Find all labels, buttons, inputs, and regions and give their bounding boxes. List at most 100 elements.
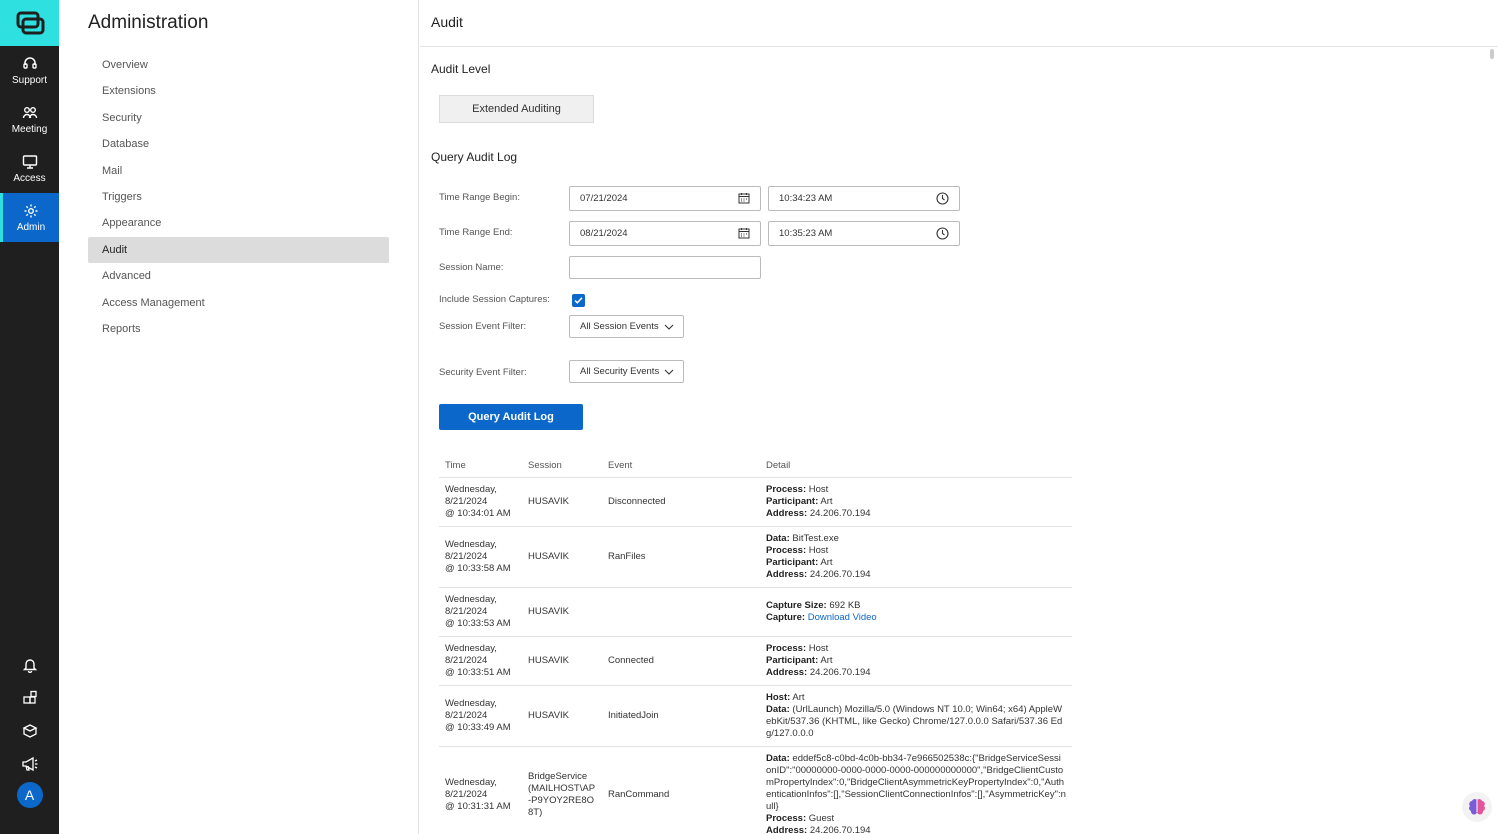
header-detail[interactable]: Detail [760,455,1072,478]
announcements-button[interactable] [0,747,59,780]
rail-label-admin: Admin [16,221,46,233]
detail-line: Data: BitTest.exe [766,533,1066,545]
end-time-field[interactable]: 10:35:23 AM [768,221,960,246]
table-header-row: Time Session Event Detail [439,455,1072,478]
ai-assistant-button[interactable] [1462,792,1492,822]
detail-line: Host: Art [766,692,1066,704]
avatar[interactable]: A [16,782,43,808]
security-filter-label: Security Event Filter: [439,367,527,378]
audit-level-title: Audit Level [431,62,491,76]
header-time[interactable]: Time [439,455,522,478]
begin-date-value: 07/21/2024 [580,193,628,204]
detail-key: Host: [766,691,791,703]
time-line: 8/21/2024 [445,709,488,721]
cell-session: HUSAVIK [522,526,602,588]
detail-value: BitTest.exe [792,532,839,544]
time-line: @ 10:33:58 AM [445,562,511,574]
cell-event [602,587,760,637]
captures-checkbox[interactable] [572,294,585,307]
security-filter-select[interactable]: All Security Events [569,360,685,383]
time-line: Wednesday, [445,483,497,495]
detail-value: (UrlLaunch) Mozilla/5.0 (Windows NT 10.0… [766,703,1063,739]
cell-session: HUSAVIK [522,587,602,637]
detail-key: Capture Size: [766,599,827,611]
begin-date-field[interactable]: 07/21/2024 [569,186,761,211]
detail-line: Data: eddef5c8-c0bd-4c0b-bb34-7e96650253… [766,753,1066,813]
clock-icon[interactable] [936,192,949,205]
detail-key: Address: [766,568,808,580]
nav-item-audit[interactable]: Audit [88,236,389,264]
begin-time-field[interactable]: 10:34:23 AM [768,186,960,211]
chevron-down-icon [664,324,674,330]
calendar-icon[interactable] [738,192,750,204]
rail-label-support: Support [11,74,48,86]
main-header: Audit [420,0,1498,47]
nav-item-database[interactable]: Database [88,131,389,157]
detail-key: Address: [766,824,808,834]
nav-item-appearance[interactable]: Appearance [88,210,389,236]
header-session[interactable]: Session [522,455,602,478]
brain-icon [1469,799,1485,815]
cell-event: RanFiles [602,526,760,588]
end-label: Time Range End: [439,227,513,238]
detail-line: Process: Guest [766,813,1066,825]
time-line: 8/21/2024 [445,495,488,507]
nav-item-security[interactable]: Security [88,105,389,131]
cell-session: BridgeService (MAILHOST\AP-P9YOY2RE8O8T) [522,746,602,834]
nav-item-triggers[interactable]: Triggers [88,184,389,210]
calendar-icon[interactable] [738,227,750,239]
time-line: 8/21/2024 [445,788,488,800]
table-row: Wednesday, 8/21/2024 @ 10:33:53 AM HUSAVIK C… [439,587,1072,637]
time-line: @ 10:31:31 AM [445,800,511,812]
time-line: Wednesday, [445,642,497,654]
page-title: Administration [88,12,209,33]
time-line: 8/21/2024 [445,654,488,666]
nav-item-access-management[interactable]: Access Management [88,290,389,316]
notifications-button[interactable] [0,648,59,681]
session-name-label: Session Name: [439,262,504,273]
gear-icon [24,204,38,217]
session-name-input[interactable] [569,256,761,279]
detail-key: Address: [766,666,808,678]
nav-item-advanced[interactable]: Advanced [88,263,389,289]
detail-value: eddef5c8-c0bd-4c0b-bb34-7e966502538c:{"B… [766,752,1066,812]
time-line: 8/21/2024 [445,605,488,617]
end-date-field[interactable]: 08/21/2024 [569,221,761,246]
detail-value: 24.206.70.194 [809,568,871,580]
detail-value: Guest [808,812,835,824]
clock-icon[interactable] [936,227,949,240]
main-panel: Audit Audit Level Extended Auditing Quer… [420,0,1498,834]
cell-time: Wednesday, 8/21/2024 @ 10:34:01 AM [439,477,522,527]
cell-event: Disconnected [602,477,760,527]
bell-icon [22,658,37,673]
extensions-button[interactable] [0,681,59,714]
download-video-link[interactable]: Download Video [808,612,877,623]
detail-line: Process: Host [766,545,1066,557]
whats-new-button[interactable] [0,714,59,747]
nav-item-overview[interactable]: Overview [88,52,389,78]
session-filter-select[interactable]: All Session Events [569,315,684,338]
table-row: Wednesday, 8/21/2024 @ 10:34:01 AM HUSAVIK D… [439,477,1072,527]
detail-line: Address: 24.206.70.194 [766,825,1066,834]
rail-item-access[interactable]: Access [0,144,59,193]
cell-detail: Process: Host Participant: Art Address: 24… [760,636,1072,686]
nav-item-reports[interactable]: Reports [88,316,389,342]
nav-item-extensions[interactable]: Extensions [88,78,389,104]
app-logo[interactable] [0,0,59,46]
header-event[interactable]: Event [602,455,760,478]
rail-item-meeting[interactable]: Meeting [0,95,59,144]
cell-event: Connected [602,636,760,686]
detail-value: Host [808,483,829,495]
rail-item-support[interactable]: Support [0,46,59,95]
detail-key: Data: [766,752,790,764]
session-filter-label: Session Event Filter: [439,321,527,332]
scrollbar[interactable] [1490,49,1494,59]
rail-label-meeting: Meeting [11,123,48,135]
rail-item-admin[interactable]: Admin [0,193,59,242]
megaphone-icon [21,756,37,771]
audit-level-button[interactable]: Extended Auditing [439,95,594,123]
detail-key: Capture: [766,611,806,623]
query-audit-log-button[interactable]: Query Audit Log [439,404,583,430]
time-line: Wednesday, [445,593,497,605]
nav-item-mail[interactable]: Mail [88,158,389,184]
